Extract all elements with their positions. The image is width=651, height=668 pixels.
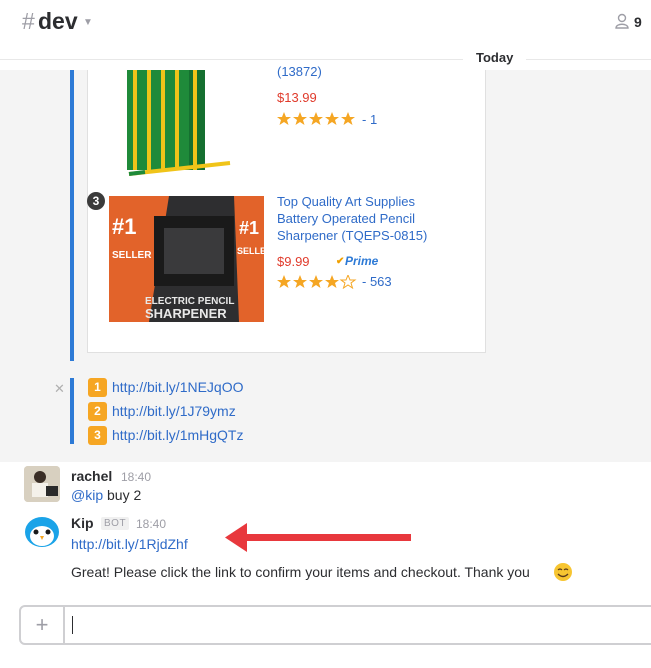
user-mention[interactable]: @kip	[71, 487, 103, 503]
keycap-three-icon: 3	[88, 426, 107, 445]
message-input[interactable]: +	[19, 605, 651, 645]
person-icon	[615, 13, 629, 29]
red-arrow-annotation	[225, 523, 411, 552]
product-3-review-count[interactable]: - 563	[362, 274, 392, 289]
pencil-box-image[interactable]	[125, 70, 235, 182]
message-author[interactable]: Kip	[71, 515, 94, 531]
item-link[interactable]: http://bit.ly/1mHgQTz	[112, 427, 243, 443]
message-timestamp[interactable]: 18:40	[121, 470, 151, 484]
message-text: @kip buy 2	[71, 487, 141, 503]
message-author[interactable]: rachel	[71, 468, 112, 484]
close-icon[interactable]: ✕	[54, 381, 65, 397]
avatar-photo-icon	[24, 466, 60, 502]
message-text: Great! Please click the link to confirm …	[71, 564, 530, 580]
item-link[interactable]: http://bit.ly/1NEJqOO	[112, 379, 244, 395]
penguin-icon	[25, 517, 59, 547]
chevron-down-icon[interactable]: ▼	[83, 17, 93, 28]
product-3-price: $9.99	[277, 254, 310, 269]
checkout-link[interactable]: http://bit.ly/1RjdZhf	[71, 536, 188, 552]
svg-text:SELLER: SELLER	[112, 250, 152, 261]
plus-icon[interactable]: +	[21, 607, 65, 643]
pencil-sharpener-image[interactable]: #1 SELLER #1 SELLER ELECTRIC PENCIL SHAR…	[109, 196, 264, 322]
avatar[interactable]	[24, 466, 60, 502]
product-1-title[interactable]: (13872)	[277, 64, 322, 79]
product-1-review-count[interactable]: - 1	[362, 112, 377, 127]
channel-hash: #	[22, 8, 35, 34]
attachment-bar	[70, 378, 74, 444]
member-count: 9	[634, 14, 642, 30]
message-body: buy 2	[103, 487, 142, 503]
svg-text:SELLER: SELLER	[237, 246, 264, 256]
keycap-one-icon: 1	[88, 378, 107, 397]
bot-badge: BOT	[101, 517, 130, 530]
item-link[interactable]: http://bit.ly/1J79ymz	[112, 403, 236, 419]
prime-check-icon: ✔	[336, 256, 345, 267]
rating-stars-icon	[277, 112, 355, 125]
text-cursor	[72, 616, 73, 634]
product-1-price: $13.99	[277, 90, 317, 105]
smile-emoji-icon	[554, 563, 572, 581]
day-divider-label: Today	[463, 50, 527, 65]
day-divider-line	[0, 59, 651, 60]
attachment-bar	[70, 70, 74, 361]
keycap-two-icon: 2	[88, 402, 107, 421]
channel-name[interactable]: dev	[38, 8, 78, 35]
svg-text:#1: #1	[239, 218, 259, 238]
rating-stars-icon	[277, 275, 357, 289]
avatar[interactable]	[24, 514, 60, 550]
prime-badge: Prime	[345, 254, 379, 268]
item-number-badge: 3	[87, 192, 105, 210]
svg-text:SHARPENER: SHARPENER	[145, 306, 227, 321]
product-3-title[interactable]: Top Quality Art Supplies Battery Operate…	[277, 193, 457, 244]
message-timestamp[interactable]: 18:40	[136, 517, 166, 531]
channel-header: # dev ▼ 9	[0, 0, 651, 46]
svg-text:#1: #1	[112, 214, 136, 239]
